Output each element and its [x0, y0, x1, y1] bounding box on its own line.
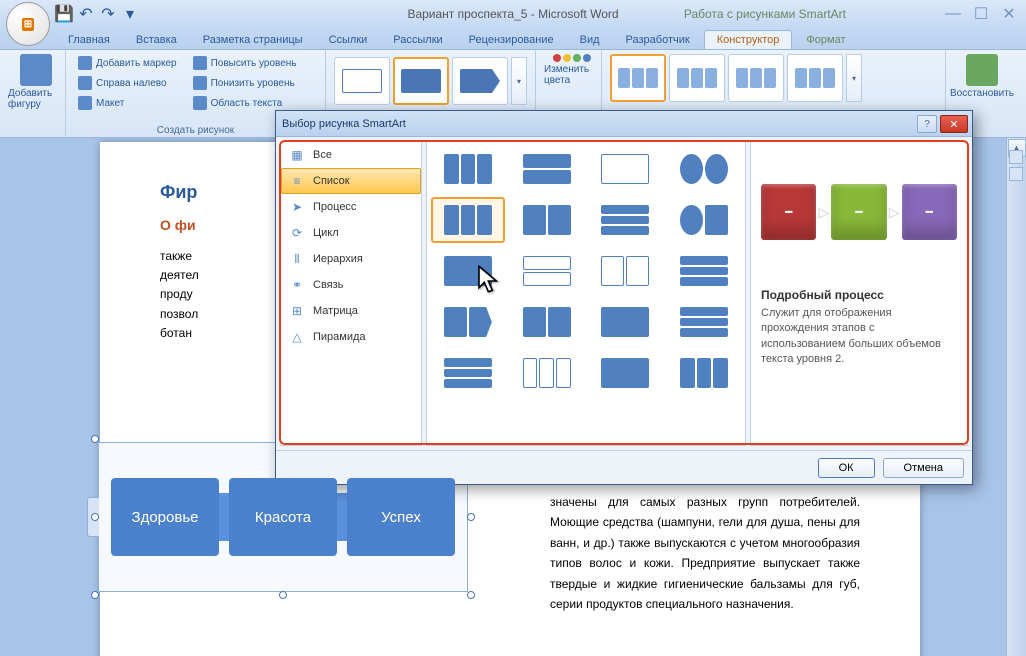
- tab-page-layout[interactable]: Разметка страницы: [191, 31, 315, 49]
- qat-save-icon[interactable]: 💾: [56, 6, 72, 22]
- style-gallery-item-4[interactable]: [787, 54, 843, 102]
- layout-button[interactable]: Макет: [74, 94, 181, 112]
- gallery-item[interactable]: [667, 350, 741, 396]
- gallery-item[interactable]: [431, 248, 505, 294]
- tab-references[interactable]: Ссылки: [317, 31, 380, 49]
- gallery-item[interactable]: [510, 146, 584, 192]
- gallery-item[interactable]: [667, 299, 741, 345]
- gallery-item[interactable]: [510, 197, 584, 243]
- cat-matrix[interactable]: ⊞Матрица: [281, 298, 421, 324]
- window-title: Вариант проспекта_5 - Microsoft Word: [407, 7, 618, 21]
- tab-developer[interactable]: Разработчик: [614, 31, 702, 49]
- preview-title: Подробный процесс: [761, 288, 957, 302]
- office-button[interactable]: ⊞: [6, 2, 50, 46]
- gallery-item[interactable]: [589, 146, 663, 192]
- category-list: ▦Все ≡Список ➤Процесс ⟳Цикл ⫴Иерархия ⚭С…: [280, 141, 422, 446]
- add-shape-icon: [20, 54, 52, 86]
- colors-icon: [553, 54, 591, 62]
- layout-gallery-item-2[interactable]: [393, 57, 449, 105]
- ok-button[interactable]: ОК: [818, 458, 875, 478]
- cat-cycle[interactable]: ⟳Цикл: [281, 220, 421, 246]
- reset-icon: [966, 54, 998, 86]
- split-icon[interactable]: [1009, 167, 1023, 181]
- qat-redo-icon[interactable]: ↷: [100, 6, 116, 22]
- style-gallery-item-2[interactable]: [669, 54, 725, 102]
- pyramid-icon: △: [289, 329, 305, 345]
- layout-gallery-item-3[interactable]: [452, 57, 508, 105]
- preview-pane: ▷ ▷ Подробный процесс Служит для отображ…: [750, 141, 968, 446]
- tab-mailings[interactable]: Рассылки: [381, 31, 454, 49]
- add-shape-button[interactable]: Добавить фигуру: [8, 54, 64, 110]
- style-gallery-item-1[interactable]: [610, 54, 666, 102]
- cat-hierarchy[interactable]: ⫴Иерархия: [281, 246, 421, 272]
- layout-gallery-item-1[interactable]: [334, 57, 390, 105]
- doc-right-column: значены для самых разных групп потребите…: [550, 492, 860, 614]
- style-gallery-item-3[interactable]: [728, 54, 784, 102]
- gallery-item[interactable]: [589, 350, 663, 396]
- dialog-help-button[interactable]: ?: [917, 115, 937, 133]
- style-gallery-more[interactable]: ▾: [846, 54, 862, 102]
- gallery-item[interactable]: [510, 350, 584, 396]
- cancel-button[interactable]: Отмена: [883, 458, 964, 478]
- all-icon: ▦: [289, 147, 305, 163]
- minimize-button[interactable]: —: [944, 7, 962, 21]
- ruler-toggle-icon[interactable]: [1009, 150, 1023, 164]
- tab-insert[interactable]: Вставка: [124, 31, 189, 49]
- tab-view[interactable]: Вид: [568, 31, 612, 49]
- list-icon: ≡: [289, 173, 305, 189]
- preview-image: ▷ ▷: [761, 152, 957, 272]
- process-icon: ➤: [289, 199, 305, 215]
- tab-design[interactable]: Конструктор: [704, 30, 793, 49]
- gallery-item[interactable]: [510, 299, 584, 345]
- smartart-card-3[interactable]: Успех: [347, 478, 455, 556]
- cat-all[interactable]: ▦Все: [281, 142, 421, 168]
- gallery-item[interactable]: [431, 350, 505, 396]
- smartart-card-2[interactable]: Красота: [229, 478, 337, 556]
- rtl-button[interactable]: Справа налево: [74, 74, 181, 92]
- hierarchy-icon: ⫴: [289, 251, 305, 267]
- add-bullet-button[interactable]: Добавить маркер: [74, 54, 181, 72]
- dialog-title: Выбор рисунка SmartArt: [282, 118, 406, 130]
- qat-customize-icon[interactable]: ▾: [122, 6, 138, 22]
- cycle-icon: ⟳: [289, 225, 305, 241]
- gallery-item[interactable]: [667, 248, 741, 294]
- relationship-icon: ⚭: [289, 277, 305, 293]
- matrix-icon: ⊞: [289, 303, 305, 319]
- dialog-close-button[interactable]: ✕: [940, 115, 968, 133]
- cat-list[interactable]: ≡Список: [281, 168, 421, 194]
- gallery-item[interactable]: [431, 146, 505, 192]
- gallery-item[interactable]: [431, 299, 505, 345]
- change-colors-button[interactable]: Изменить цвета: [544, 54, 600, 86]
- smartart-card-1[interactable]: Здоровье: [111, 478, 219, 556]
- vertical-scrollbar[interactable]: ▲: [1006, 138, 1026, 656]
- maximize-button[interactable]: ☐: [972, 7, 990, 21]
- promote-button[interactable]: Повысить уровень: [189, 54, 301, 72]
- gallery-item-selected[interactable]: [431, 197, 505, 243]
- tab-home[interactable]: Главная: [56, 31, 122, 49]
- cat-pyramid[interactable]: △Пирамида: [281, 324, 421, 350]
- preview-description: Служит для отображения прохождения этапо…: [761, 306, 957, 368]
- qat-undo-icon[interactable]: ↶: [78, 6, 94, 22]
- cat-relationship[interactable]: ⚭Связь: [281, 272, 421, 298]
- layout-gallery-more[interactable]: ▾: [511, 57, 527, 105]
- close-button[interactable]: ✕: [1000, 7, 1018, 21]
- gallery-item[interactable]: [510, 248, 584, 294]
- gallery-item[interactable]: [589, 299, 663, 345]
- tab-review[interactable]: Рецензирование: [457, 31, 566, 49]
- context-tab-title: Работа с рисунками SmartArt: [684, 7, 846, 21]
- demote-button[interactable]: Понизить уровень: [189, 74, 301, 92]
- layout-gallery[interactable]: [426, 141, 746, 446]
- gallery-item[interactable]: [667, 197, 741, 243]
- gallery-item[interactable]: [589, 248, 663, 294]
- smartart-dialog: Выбор рисунка SmartArt ? ✕ ▦Все ≡Список …: [275, 110, 973, 485]
- gallery-item[interactable]: [589, 197, 663, 243]
- cat-process[interactable]: ➤Процесс: [281, 194, 421, 220]
- tab-format[interactable]: Формат: [794, 31, 857, 49]
- gallery-item[interactable]: [667, 146, 741, 192]
- reset-button[interactable]: Восстановить: [954, 54, 1010, 99]
